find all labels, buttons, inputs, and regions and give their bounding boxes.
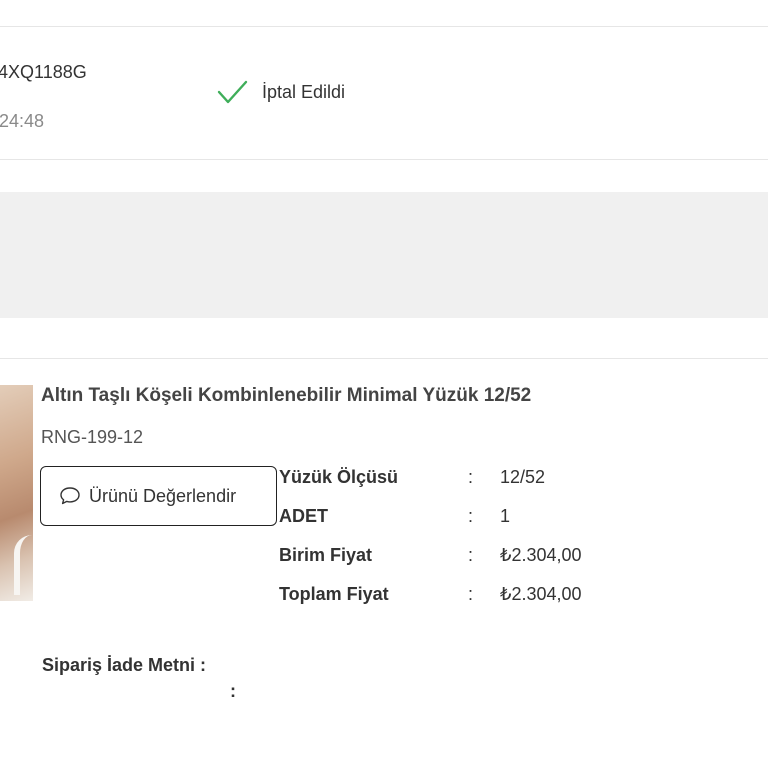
detail-colon: : — [468, 545, 474, 565]
detail-row: Toplam Fiyat : ₺2.304,00 — [279, 580, 619, 619]
check-icon — [217, 80, 248, 104]
divider — [0, 159, 768, 160]
detail-colon: : — [468, 467, 474, 487]
detail-colon: : — [468, 584, 474, 604]
return-text-value: : — [230, 681, 236, 701]
detail-label: Birim Fiyat — [279, 545, 373, 565]
placeholder-panel — [0, 192, 768, 318]
speech-bubble-icon — [60, 487, 80, 505]
detail-colon: : — [468, 506, 474, 526]
detail-label: Yüzük Ölçüsü — [279, 467, 399, 487]
order-detail-page: 4XQ1188G 24:48 İptal Edildi Altın Taşlı … — [0, 0, 768, 768]
detail-label: ADET — [279, 506, 328, 526]
detail-value: ₺2.304,00 — [500, 545, 582, 565]
product-name[interactable]: Altın Taşlı Köşeli Kombinlenebilir Minim… — [41, 385, 531, 407]
detail-value: ₺2.304,00 — [500, 584, 582, 604]
product-sku: RNG-199-12 — [41, 427, 144, 447]
detail-value: 1 — [500, 506, 511, 526]
divider — [0, 358, 768, 359]
status-text: İptal Edildi — [262, 81, 346, 102]
detail-row: ADET : 1 — [279, 502, 619, 541]
product-details: Yüzük Ölçüsü : 12/52 ADET : 1 Birim Fiya… — [279, 463, 619, 619]
order-time: 24:48 — [0, 111, 45, 131]
review-product-button[interactable]: Ürünü Değerlendir — [40, 466, 277, 526]
review-button-label: Ürünü Değerlendir — [89, 485, 237, 506]
detail-row: Birim Fiyat : ₺2.304,00 — [279, 541, 619, 580]
divider — [0, 26, 768, 27]
detail-row: Yüzük Ölçüsü : 12/52 — [279, 463, 619, 502]
detail-label: Toplam Fiyat — [279, 584, 389, 604]
detail-value: 12/52 — [500, 467, 546, 487]
product-image[interactable] — [0, 385, 33, 601]
return-text-label: Sipariş İade Metni : — [42, 655, 207, 675]
order-number: 4XQ1188G — [0, 62, 87, 82]
order-status: İptal Edildi — [216, 76, 345, 108]
